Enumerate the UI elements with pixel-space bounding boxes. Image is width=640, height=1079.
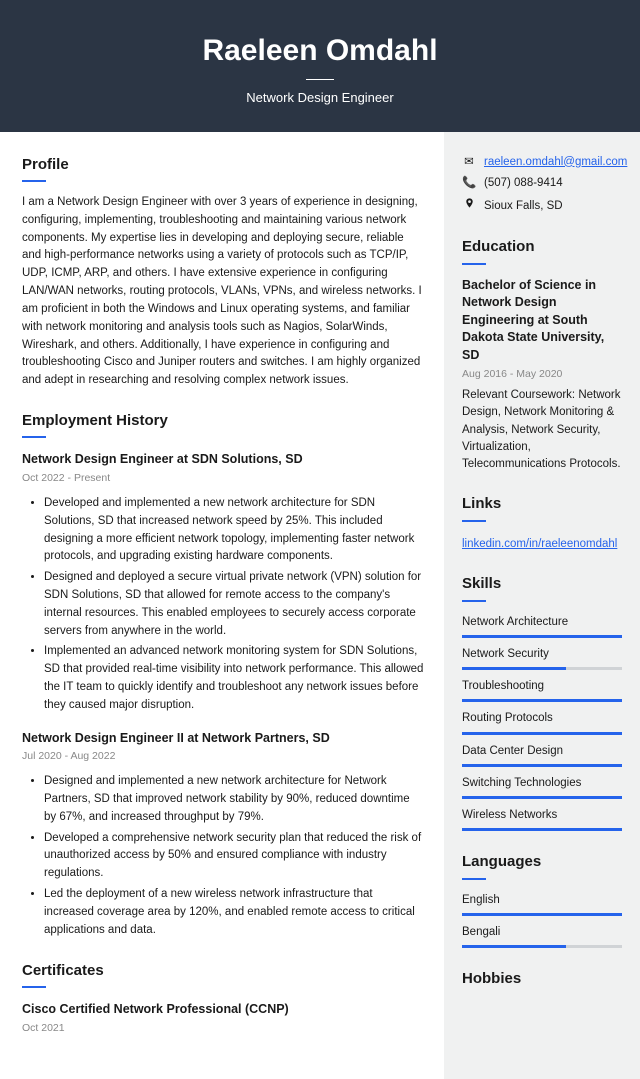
skill-bar [462,699,622,702]
certificates-heading: Certificates [22,960,424,983]
job-date: Oct 2022 - Present [22,471,424,487]
skill-item: Network Security [462,646,622,670]
email-icon: ✉ [462,154,476,171]
header: Raeleen Omdahl Network Design Engineer [0,0,640,132]
skill-bar [462,913,622,916]
education-text: Relevant Coursework: Network Design, Net… [462,387,622,473]
skill-bar [462,667,622,670]
section-underline [22,986,46,988]
header-divider [306,79,334,80]
location-text: Sioux Falls, SD [484,198,563,215]
linkedin-link[interactable]: linkedin.com/in/raeleenomdahl [462,538,617,550]
skill-name: Data Center Design [462,743,622,760]
skill-item: English [462,892,622,916]
profile-heading: Profile [22,154,424,177]
job-item: Network Design Engineer II at Network Pa… [22,729,424,940]
right-column: ✉ raeleen.omdahl@gmail.com 📞 (507) 088-9… [444,132,640,1079]
skill-name: Network Security [462,646,622,663]
education-date: Aug 2016 - May 2020 [462,367,622,383]
phone-icon: 📞 [462,175,476,192]
skill-item: Data Center Design [462,743,622,767]
job-date: Jul 2020 - Aug 2022 [22,749,424,765]
languages-section: Languages English Bengali [462,851,622,948]
person-name: Raeleen Omdahl [20,28,620,73]
skill-name: Switching Technologies [462,775,622,792]
skill-item: Troubleshooting [462,678,622,702]
skill-bar [462,635,622,638]
skill-bar [462,732,622,735]
job-bullet: Designed and implemented a new network a… [44,773,424,826]
job-bullet: Designed and deployed a secure virtual p… [44,569,424,640]
employment-section: Employment History Network Design Engine… [22,410,424,940]
skills-section: Skills Network Architecture Network Secur… [462,573,622,831]
skill-bar [462,828,622,831]
certificates-section: Certificates Cisco Certified Network Pro… [22,960,424,1037]
skill-item: Routing Protocols [462,710,622,734]
person-title: Network Design Engineer [20,88,620,108]
skill-bar [462,796,622,799]
section-underline [22,180,46,182]
email-link[interactable]: raeleen.omdahl@gmail.com [484,154,627,171]
cert-title: Cisco Certified Network Professional (CC… [22,1000,424,1019]
job-bullet: Developed and implemented a new network … [44,495,424,566]
job-bullets: Developed and implemented a new network … [22,495,424,715]
phone-text: (507) 088-9414 [484,175,563,192]
education-section: Education Bachelor of Science in Network… [462,236,622,473]
location-icon [462,196,476,216]
section-underline [462,878,486,880]
skill-name: Bengali [462,924,622,941]
education-title: Bachelor of Science in Network Design En… [462,277,622,365]
education-heading: Education [462,236,622,259]
links-section: Links linkedin.com/in/raeleenomdahl [462,493,622,553]
contact-section: ✉ raeleen.omdahl@gmail.com 📞 (507) 088-9… [462,154,622,217]
contact-email-row: ✉ raeleen.omdahl@gmail.com [462,154,622,171]
employment-heading: Employment History [22,410,424,433]
contact-location-row: Sioux Falls, SD [462,196,622,216]
languages-heading: Languages [462,851,622,874]
skills-heading: Skills [462,573,622,596]
skill-bar [462,764,622,767]
hobbies-section: Hobbies [462,968,622,991]
profile-section: Profile I am a Network Design Engineer w… [22,154,424,390]
section-underline [462,263,486,265]
skill-name: English [462,892,622,909]
skill-name: Wireless Networks [462,807,622,824]
job-bullet: Developed a comprehensive network securi… [44,830,424,883]
skill-item: Network Architecture [462,614,622,638]
skill-name: Troubleshooting [462,678,622,695]
job-bullet: Implemented an advanced network monitori… [44,643,424,714]
links-heading: Links [462,493,622,516]
skill-item: Bengali [462,924,622,948]
job-title: Network Design Engineer at SDN Solutions… [22,450,424,469]
job-bullet: Led the deployment of a new wireless net… [44,886,424,939]
contact-phone-row: 📞 (507) 088-9414 [462,175,622,192]
hobbies-heading: Hobbies [462,968,622,991]
content: Profile I am a Network Design Engineer w… [0,132,640,1079]
skill-name: Network Architecture [462,614,622,631]
skill-item: Wireless Networks [462,807,622,831]
job-title: Network Design Engineer II at Network Pa… [22,729,424,748]
skill-bar [462,945,622,948]
section-underline [462,520,486,522]
skill-item: Switching Technologies [462,775,622,799]
section-underline [462,600,486,602]
section-underline [22,436,46,438]
cert-date: Oct 2021 [22,1021,424,1037]
profile-text: I am a Network Design Engineer with over… [22,194,424,390]
skill-name: Routing Protocols [462,710,622,727]
job-item: Network Design Engineer at SDN Solutions… [22,450,424,714]
job-bullets: Designed and implemented a new network a… [22,773,424,939]
left-column: Profile I am a Network Design Engineer w… [0,132,444,1079]
